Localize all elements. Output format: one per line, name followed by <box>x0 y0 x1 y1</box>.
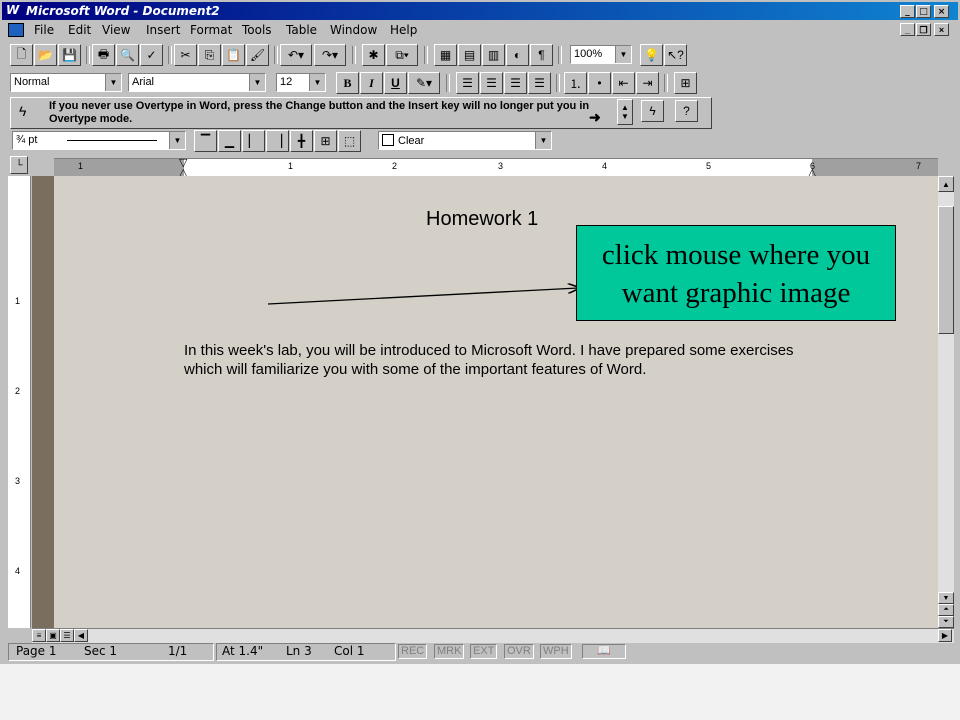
callout-line-2: want graphic image <box>621 277 851 309</box>
callout-line-1: click mouse where you <box>601 239 871 271</box>
annotation-arrow <box>267 0 960 305</box>
instruction-callout: click mouse where you want graphic image <box>576 225 896 321</box>
